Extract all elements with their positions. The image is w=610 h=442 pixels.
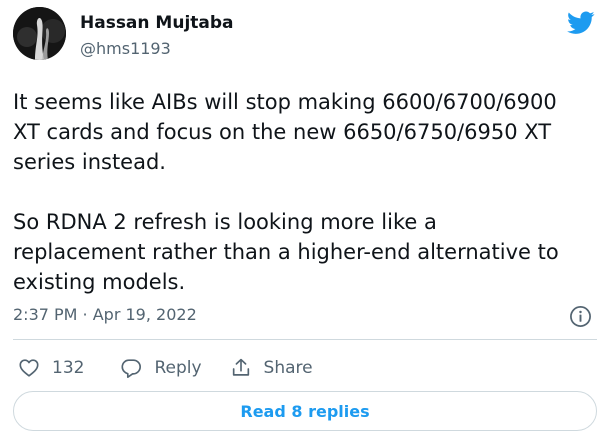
share-icon [232, 358, 249, 376]
tweet-line: So RDNA 2 refresh is looking more like a [13, 210, 437, 234]
tweet-timestamp[interactable]: 2:37 PM · Apr 19, 2022 [13, 305, 197, 324]
share-label: Share [263, 358, 313, 378]
tweet-line: It seems like AIBs will stop making 6600… [13, 90, 557, 114]
reply-button[interactable]: Reply [120, 357, 202, 379]
avatar[interactable] [13, 7, 66, 60]
share-button[interactable]: Share [230, 357, 313, 379]
reply-label: Reply [154, 358, 202, 378]
info-icon[interactable] [569, 305, 592, 328]
like-count: 132 [52, 358, 85, 378]
twitter-bird-icon[interactable] [567, 11, 595, 35]
tweet-line: XT cards and focus on the new 6650/6750/… [13, 120, 552, 144]
author-name[interactable]: Hassan Mujtaba [80, 13, 234, 33]
tweet-line: existing models. [13, 270, 186, 294]
tweet-line: replacement rather than a higher-end alt… [13, 240, 559, 264]
reply-bubble-icon [121, 359, 142, 378]
tweet-text: It seems like AIBs will stop making 6600… [13, 87, 601, 297]
like-button[interactable]: 132 [18, 357, 84, 379]
tweet-line: series instead. [13, 150, 166, 174]
divider [13, 339, 597, 340]
heart-icon [19, 359, 39, 377]
author-handle[interactable]: @hms1193 [80, 39, 171, 58]
read-replies-button[interactable]: Read 8 replies [13, 391, 597, 431]
action-bar: 132 Reply Share [18, 355, 313, 381]
